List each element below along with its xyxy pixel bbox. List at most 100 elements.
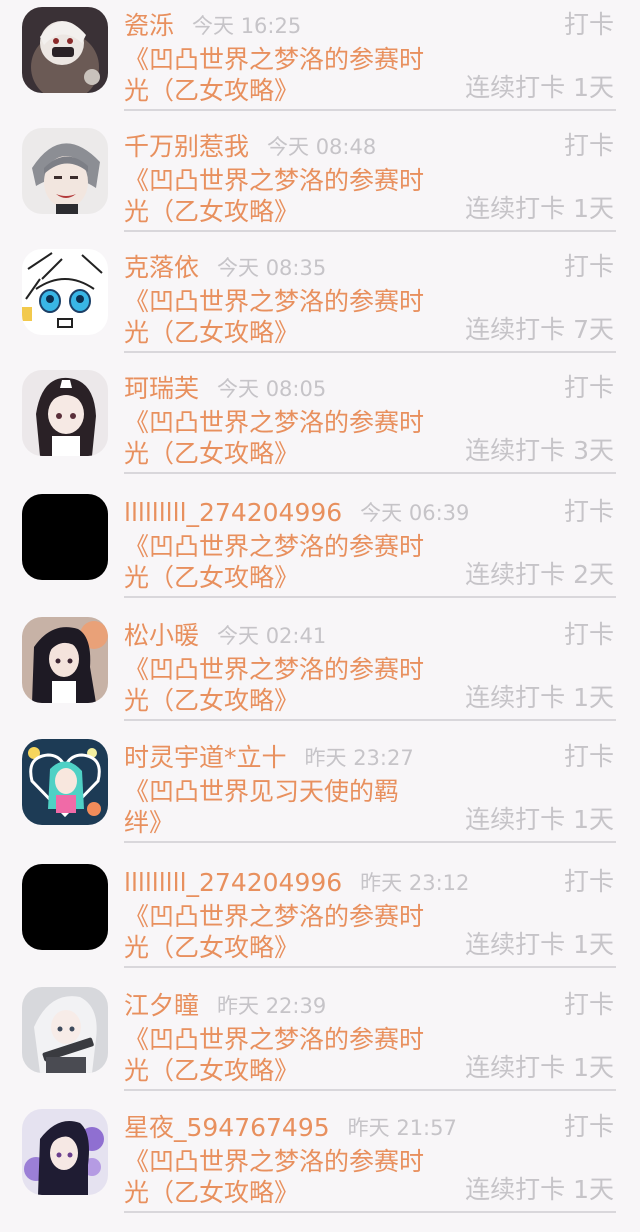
avatar[interactable]	[22, 739, 108, 825]
user-name[interactable]: 时灵宇道*立十 昨天 23:27	[124, 742, 414, 774]
user-name[interactable]: lllllllll_274204996 昨天 23:12	[124, 867, 469, 899]
streak-text: 连续打卡 1天	[465, 194, 614, 223]
avatar[interactable]	[22, 370, 108, 456]
checkin-time: 昨天 22:39	[217, 994, 327, 1018]
divider	[124, 841, 616, 843]
topic-title[interactable]: 《凹凸世界之梦洛的参赛时光（乙女攻略》	[124, 44, 424, 106]
divider	[124, 351, 616, 353]
checkin-list: 瓷泺 今天 16:25 打卡 《凹凸世界之梦洛的参赛时光（乙女攻略》 连续打卡 1…	[0, 0, 640, 1232]
list-item[interactable]: 时灵宇道*立十 昨天 23:27 打卡 《凹凸世界见习天使的羁绊》 连续打卡 1天	[0, 732, 640, 855]
checkin-time: 今天 06:39	[360, 501, 470, 525]
list-item[interactable]: 江夕瞳 昨天 22:39 打卡 《凹凸世界之梦洛的参赛时光（乙女攻略》 连续打卡 …	[0, 980, 640, 1103]
streak-text: 连续打卡 1天	[465, 73, 614, 102]
anime-avatar-grey-hair-fangs-icon	[22, 128, 108, 214]
topic-title[interactable]: 《凹凸世界之梦洛的参赛时光（乙女攻略》	[124, 407, 424, 469]
list-item[interactable]: 星夜_594767495 昨天 21:57 打卡 《凹凸世界之梦洛的参赛时光（乙女…	[0, 1102, 640, 1225]
checkin-label: 打卡	[563, 131, 614, 160]
avatar[interactable]	[22, 864, 108, 950]
checkin-label: 打卡	[563, 990, 614, 1019]
streak-text: 连续打卡 2天	[465, 560, 614, 589]
user-name-text: 时灵宇道*立十	[124, 743, 287, 772]
avatar[interactable]	[22, 617, 108, 703]
user-name[interactable]: 松小暖 今天 02:41	[124, 620, 326, 652]
list-item[interactable]: 千万别惹我 今天 08:48 打卡 《凹凸世界之梦洛的参赛时光（乙女攻略》 连续打…	[0, 121, 640, 244]
streak-text: 连续打卡 3天	[465, 436, 614, 465]
checkin-time: 今天 08:48	[267, 135, 377, 159]
divider	[124, 109, 616, 111]
avatar[interactable]	[22, 7, 108, 93]
sketch-avatar-blue-eyes-icon	[22, 249, 108, 335]
anime-avatar-dark-hair-girl-icon	[22, 617, 108, 703]
user-name-text: lllllllll_274204996	[124, 498, 343, 527]
user-name[interactable]: 星夜_594767495 昨天 21:57	[124, 1112, 457, 1144]
checkin-time: 今天 16:25	[192, 14, 302, 38]
streak-text: 连续打卡 1天	[465, 683, 614, 712]
streak-text: 连续打卡 1天	[465, 805, 614, 834]
user-name[interactable]: 克落依 今天 08:35	[124, 252, 326, 284]
checkin-label: 打卡	[563, 252, 614, 281]
checkin-time: 昨天 21:57	[347, 1116, 457, 1140]
list-item[interactable]: 克落依 今天 08:35 打卡 《凹凸世界之梦洛的参赛时光（乙女攻略》 连续打卡 …	[0, 242, 640, 365]
user-name-text: lllllllll_274204996	[124, 868, 343, 897]
checkin-time: 今天 08:35	[217, 256, 327, 280]
checkin-label: 打卡	[563, 742, 614, 771]
anime-avatar-heart-teal-hair-icon	[22, 739, 108, 825]
list-item[interactable]: 松小暖 今天 02:41 打卡 《凹凸世界之梦洛的参赛时光（乙女攻略》 连续打卡 …	[0, 610, 640, 733]
divider	[124, 1089, 616, 1091]
user-name[interactable]: 千万别惹我 今天 08:48	[124, 131, 376, 163]
checkin-time: 今天 08:05	[217, 377, 327, 401]
topic-title[interactable]: 《凹凸世界之梦洛的参赛时光（乙女攻略》	[124, 531, 424, 593]
black-avatar-icon	[22, 864, 108, 950]
divider	[124, 230, 616, 232]
topic-title[interactable]: 《凹凸世界见习天使的羁绊》	[124, 776, 424, 838]
user-name-text: 珂瑞芙	[124, 374, 200, 403]
topic-title[interactable]: 《凹凸世界之梦洛的参赛时光（乙女攻略》	[124, 286, 424, 348]
anime-avatar-white-hair-gun-icon	[22, 987, 108, 1073]
user-name[interactable]: 江夕瞳 昨天 22:39	[124, 990, 326, 1022]
checkin-time: 昨天 23:27	[304, 746, 414, 770]
topic-title[interactable]: 《凹凸世界之梦洛的参赛时光（乙女攻略》	[124, 165, 424, 227]
anime-avatar-purple-roses-icon	[22, 1109, 108, 1195]
user-name-text: 千万别惹我	[124, 132, 250, 161]
streak-text: 连续打卡 1天	[465, 1175, 614, 1204]
user-name[interactable]: 珂瑞芙 今天 08:05	[124, 373, 326, 405]
divider	[124, 1211, 616, 1213]
topic-title[interactable]: 《凹凸世界之梦洛的参赛时光（乙女攻略》	[124, 901, 424, 963]
avatar[interactable]	[22, 1109, 108, 1195]
checkin-label: 打卡	[563, 620, 614, 649]
divider	[124, 596, 616, 598]
user-name[interactable]: 瓷泺 今天 16:25	[124, 10, 301, 42]
checkin-label: 打卡	[563, 867, 614, 896]
checkin-label: 打卡	[563, 10, 614, 39]
streak-text: 连续打卡 1天	[465, 930, 614, 959]
avatar[interactable]	[22, 494, 108, 580]
list-item[interactable]: 瓷泺 今天 16:25 打卡 《凹凸世界之梦洛的参赛时光（乙女攻略》 连续打卡 1…	[0, 0, 640, 123]
avatar[interactable]	[22, 249, 108, 335]
user-name[interactable]: lllllllll_274204996 今天 06:39	[124, 497, 469, 529]
user-name-text: 江夕瞳	[124, 991, 200, 1020]
topic-title[interactable]: 《凹凸世界之梦洛的参赛时光（乙女攻略》	[124, 1024, 424, 1086]
avatar[interactable]	[22, 987, 108, 1073]
user-name-text: 星夜_594767495	[124, 1113, 330, 1142]
checkin-label: 打卡	[563, 1112, 614, 1141]
streak-text: 连续打卡 7天	[465, 315, 614, 344]
divider	[124, 966, 616, 968]
anime-avatar-white-hair-mask-icon	[22, 7, 108, 93]
user-name-text: 克落依	[124, 253, 200, 282]
user-name-text: 松小暖	[124, 621, 200, 650]
user-name-text: 瓷泺	[124, 11, 175, 40]
checkin-time: 今天 02:41	[217, 624, 327, 648]
list-item[interactable]: 珂瑞芙 今天 08:05 打卡 《凹凸世界之梦洛的参赛时光（乙女攻略》 连续打卡 …	[0, 363, 640, 486]
list-item[interactable]: lllllllll_274204996 今天 06:39 打卡 《凹凸世界之梦洛的…	[0, 487, 640, 610]
black-avatar-icon	[22, 494, 108, 580]
divider	[124, 472, 616, 474]
topic-title[interactable]: 《凹凸世界之梦洛的参赛时光（乙女攻略》	[124, 654, 424, 716]
divider	[124, 719, 616, 721]
anime-avatar-maid-girl-icon	[22, 370, 108, 456]
avatar[interactable]	[22, 128, 108, 214]
topic-title[interactable]: 《凹凸世界之梦洛的参赛时光（乙女攻略》	[124, 1146, 424, 1208]
list-item[interactable]: lllllllll_274204996 昨天 23:12 打卡 《凹凸世界之梦洛的…	[0, 857, 640, 980]
streak-text: 连续打卡 1天	[465, 1053, 614, 1082]
checkin-label: 打卡	[563, 497, 614, 526]
checkin-label: 打卡	[563, 373, 614, 402]
